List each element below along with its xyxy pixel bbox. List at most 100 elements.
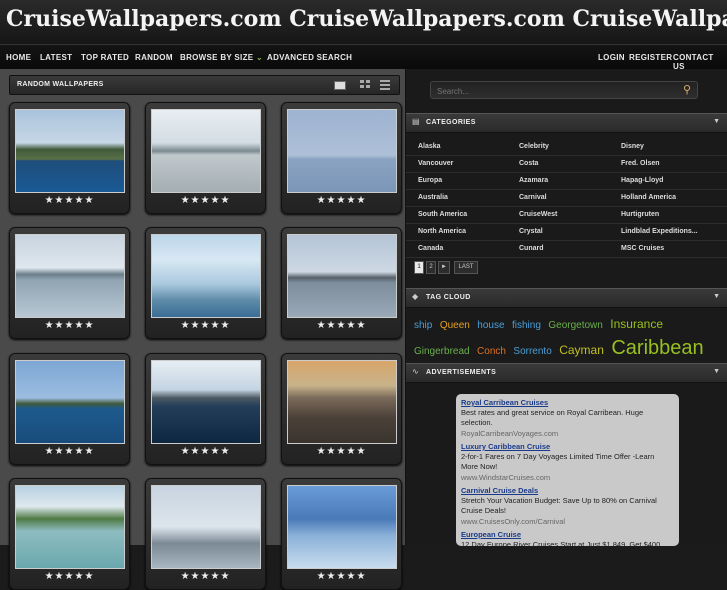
site-banner[interactable]: CruiseWallpapers.com CruiseWallpapers.co…: [0, 0, 727, 44]
wallpaper-image[interactable]: [15, 109, 125, 193]
wallpaper-thumbnail[interactable]: ★★★★★: [145, 102, 266, 214]
collapse-icon[interactable]: ▼: [713, 118, 720, 125]
wallpaper-thumbnail[interactable]: ★★★★★: [281, 353, 402, 465]
ad-url[interactable]: RoyalCarribeanVoyages.com: [461, 429, 673, 438]
category-link[interactable]: Europa: [418, 177, 442, 184]
nav-browse-by-size[interactable]: BROWSE BY SIZE ⌄: [180, 53, 263, 62]
nav-top-rated[interactable]: TOP RATED: [81, 53, 129, 62]
pager-button[interactable]: ►: [438, 261, 450, 274]
star-rating[interactable]: ★★★★★: [146, 195, 265, 206]
collapse-icon[interactable]: ▼: [713, 293, 720, 300]
tag-link[interactable]: Insurance: [610, 317, 663, 331]
wallpaper-thumbnail[interactable]: ★★★★★: [145, 353, 266, 465]
wallpaper-thumbnail[interactable]: ★★★★★: [281, 227, 402, 339]
large-view-icon[interactable]: [334, 81, 346, 90]
star-rating[interactable]: ★★★★★: [146, 571, 265, 582]
wallpaper-thumbnail[interactable]: ★★★★★: [9, 353, 130, 465]
wallpaper-image[interactable]: [151, 109, 261, 193]
tag-link[interactable]: Gingerbread: [414, 346, 470, 357]
category-link[interactable]: Australia: [418, 194, 448, 201]
category-link[interactable]: North America: [418, 228, 466, 235]
nav-random[interactable]: RANDOM: [135, 53, 173, 62]
ad-headline-link[interactable]: Luxury Caribbean Cruise: [461, 442, 673, 451]
tag-link[interactable]: Georgetown: [548, 320, 602, 331]
category-link[interactable]: South America: [418, 211, 467, 218]
nav-login[interactable]: LOGIN: [598, 53, 625, 62]
star-rating[interactable]: ★★★★★: [282, 446, 401, 457]
tag-link[interactable]: Caribbean: [611, 337, 703, 359]
wallpaper-image[interactable]: [287, 234, 397, 318]
category-link[interactable]: Hapag-Lloyd: [621, 177, 663, 184]
category-link[interactable]: Alaska: [418, 143, 441, 150]
pager-button[interactable]: 1: [414, 261, 424, 274]
wallpaper-thumbnail[interactable]: ★★★★★: [145, 227, 266, 339]
search-input[interactable]: [435, 84, 669, 98]
nav-latest[interactable]: LATEST: [40, 53, 72, 62]
tag-link[interactable]: Cayman: [559, 343, 604, 357]
wallpaper-image[interactable]: [15, 360, 125, 444]
ad-url[interactable]: www.CruisesOnly.com/Carnival: [461, 517, 673, 526]
ads-header[interactable]: ∿ ADVERTISEMENTS ▼: [406, 363, 727, 383]
list-view-icon[interactable]: [380, 80, 392, 90]
pager-button[interactable]: 2: [426, 261, 436, 274]
category-link[interactable]: CruiseWest: [519, 211, 557, 218]
tag-link[interactable]: fishing: [512, 320, 541, 331]
wallpaper-image[interactable]: [287, 109, 397, 193]
star-rating[interactable]: ★★★★★: [282, 571, 401, 582]
wallpaper-thumbnail[interactable]: ★★★★★: [9, 227, 130, 339]
category-link[interactable]: Cunard: [519, 245, 544, 252]
wallpaper-image[interactable]: [151, 360, 261, 444]
star-rating[interactable]: ★★★★★: [10, 320, 129, 331]
category-link[interactable]: Carnival: [519, 194, 547, 201]
pager-button[interactable]: LAST: [454, 261, 478, 274]
category-link[interactable]: Crystal: [519, 228, 543, 235]
tag-link[interactable]: Sorrento: [513, 346, 551, 357]
ad-url[interactable]: www.WindstarCruises.com: [461, 473, 673, 482]
star-rating[interactable]: ★★★★★: [10, 446, 129, 457]
nav-home[interactable]: HOME: [6, 53, 31, 62]
ad-headline-link[interactable]: Royal Carribean Cruises: [461, 398, 673, 407]
category-link[interactable]: Costa: [519, 160, 538, 167]
category-link[interactable]: Lindblad Expeditions...: [621, 228, 698, 235]
wallpaper-thumbnail[interactable]: ★★★★★: [9, 478, 130, 590]
wallpaper-image[interactable]: [287, 485, 397, 569]
wallpaper-image[interactable]: [151, 485, 261, 569]
star-rating[interactable]: ★★★★★: [10, 195, 129, 206]
tag-link[interactable]: ship: [414, 320, 432, 331]
collapse-icon[interactable]: ▼: [713, 368, 720, 375]
tagcloud-header[interactable]: ◆ TAG CLOUD ▼: [406, 288, 727, 308]
category-link[interactable]: Fred. Olsen: [621, 160, 660, 167]
category-row: Vancouver Costa Fred. Olsen: [406, 156, 727, 173]
tag-link[interactable]: house: [477, 320, 504, 331]
categories-header[interactable]: ▤ CATEGORIES ▼: [406, 113, 727, 133]
tag-link[interactable]: Conch: [477, 346, 506, 357]
category-link[interactable]: Disney: [621, 143, 644, 150]
category-link[interactable]: Azamara: [519, 177, 548, 184]
tag-link[interactable]: Queen: [440, 320, 470, 331]
category-link[interactable]: Holland America: [621, 194, 676, 201]
category-link[interactable]: Vancouver: [418, 160, 453, 167]
wallpaper-image[interactable]: [151, 234, 261, 318]
nav-advanced-search[interactable]: ADVANCED SEARCH: [267, 53, 352, 62]
search-icon[interactable]: ⚲: [680, 83, 694, 97]
category-link[interactable]: Hurtigruten: [621, 211, 659, 218]
star-rating[interactable]: ★★★★★: [282, 320, 401, 331]
category-link[interactable]: MSC Cruises: [621, 245, 664, 252]
category-link[interactable]: Celebrity: [519, 143, 549, 150]
wallpaper-image[interactable]: [15, 485, 125, 569]
category-link[interactable]: Canada: [418, 245, 443, 252]
star-rating[interactable]: ★★★★★: [146, 446, 265, 457]
star-rating[interactable]: ★★★★★: [146, 320, 265, 331]
wallpaper-thumbnail[interactable]: ★★★★★: [9, 102, 130, 214]
ad-headline-link[interactable]: Carnival Cruise Deals: [461, 486, 673, 495]
wallpaper-thumbnail[interactable]: ★★★★★: [145, 478, 266, 590]
star-rating[interactable]: ★★★★★: [282, 195, 401, 206]
ad-headline-link[interactable]: European Cruise: [461, 530, 673, 539]
wallpaper-thumbnail[interactable]: ★★★★★: [281, 102, 402, 214]
wallpaper-thumbnail[interactable]: ★★★★★: [281, 478, 402, 590]
star-rating[interactable]: ★★★★★: [10, 571, 129, 582]
grid-view-icon[interactable]: [360, 80, 372, 90]
wallpaper-image[interactable]: [287, 360, 397, 444]
wallpaper-image[interactable]: [15, 234, 125, 318]
nav-register[interactable]: REGISTER: [629, 53, 672, 62]
